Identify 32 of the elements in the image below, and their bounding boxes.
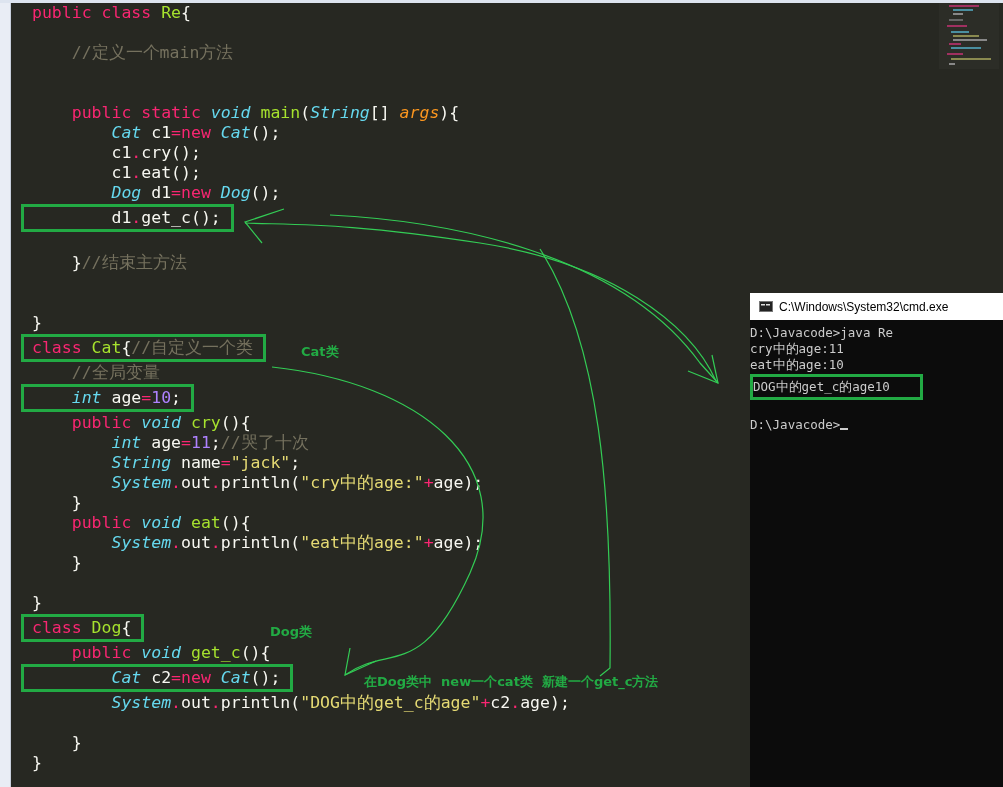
code-line: int age=11;//哭了十次 xyxy=(110,433,309,453)
code-line: public class Re{ xyxy=(32,3,191,23)
annotation-note: Dog类 xyxy=(270,623,313,641)
code-line: String name="jack"; xyxy=(110,453,301,473)
console-line: cry中的age:11 xyxy=(750,341,844,357)
code-line: } xyxy=(70,733,82,753)
code-line: Dog d1=new Dog(); xyxy=(110,183,281,203)
terminal-icon xyxy=(759,301,773,312)
console-line: D:\Javacode> xyxy=(750,417,841,433)
code-line: }//结束主方法 xyxy=(70,253,187,273)
code-line: c1.eat(); xyxy=(110,163,201,183)
code-line: public void get_c(){ xyxy=(70,643,271,663)
code-line: System.out.println("eat中的age:"+age); xyxy=(110,533,484,553)
code-line: //定义一个main方法 xyxy=(70,43,234,63)
console-line: D:\Javacode>java Re xyxy=(750,325,893,341)
code-line: public void cry(){ xyxy=(70,413,251,433)
code-line: c1.cry(); xyxy=(110,143,201,163)
annotation-note: 在Dog类中 new一个cat类 新建一个get_c方法 xyxy=(364,673,659,691)
code-line: } xyxy=(70,553,82,573)
code-line: //全局变量 xyxy=(70,363,160,383)
code-line: } xyxy=(32,313,42,333)
code-line: Cat c1=new Cat(); xyxy=(110,123,281,143)
code-line: } xyxy=(32,753,42,773)
annotation-note: Cat类 xyxy=(301,343,339,361)
code-line: System.out.println("cry中的age:"+age); xyxy=(110,473,484,493)
code-line: } xyxy=(70,493,82,513)
code-line: } xyxy=(32,593,42,613)
code-line: System.out.println("DOG中的get_c的age"+c2.age); xyxy=(110,693,570,713)
code-line: public void eat(){ xyxy=(70,513,251,533)
window-title: C:\Windows\System32\cmd.exe xyxy=(779,299,949,314)
code-line: public static void main(String[] args){ xyxy=(70,103,460,123)
console-line: eat中的age:10 xyxy=(750,357,844,373)
